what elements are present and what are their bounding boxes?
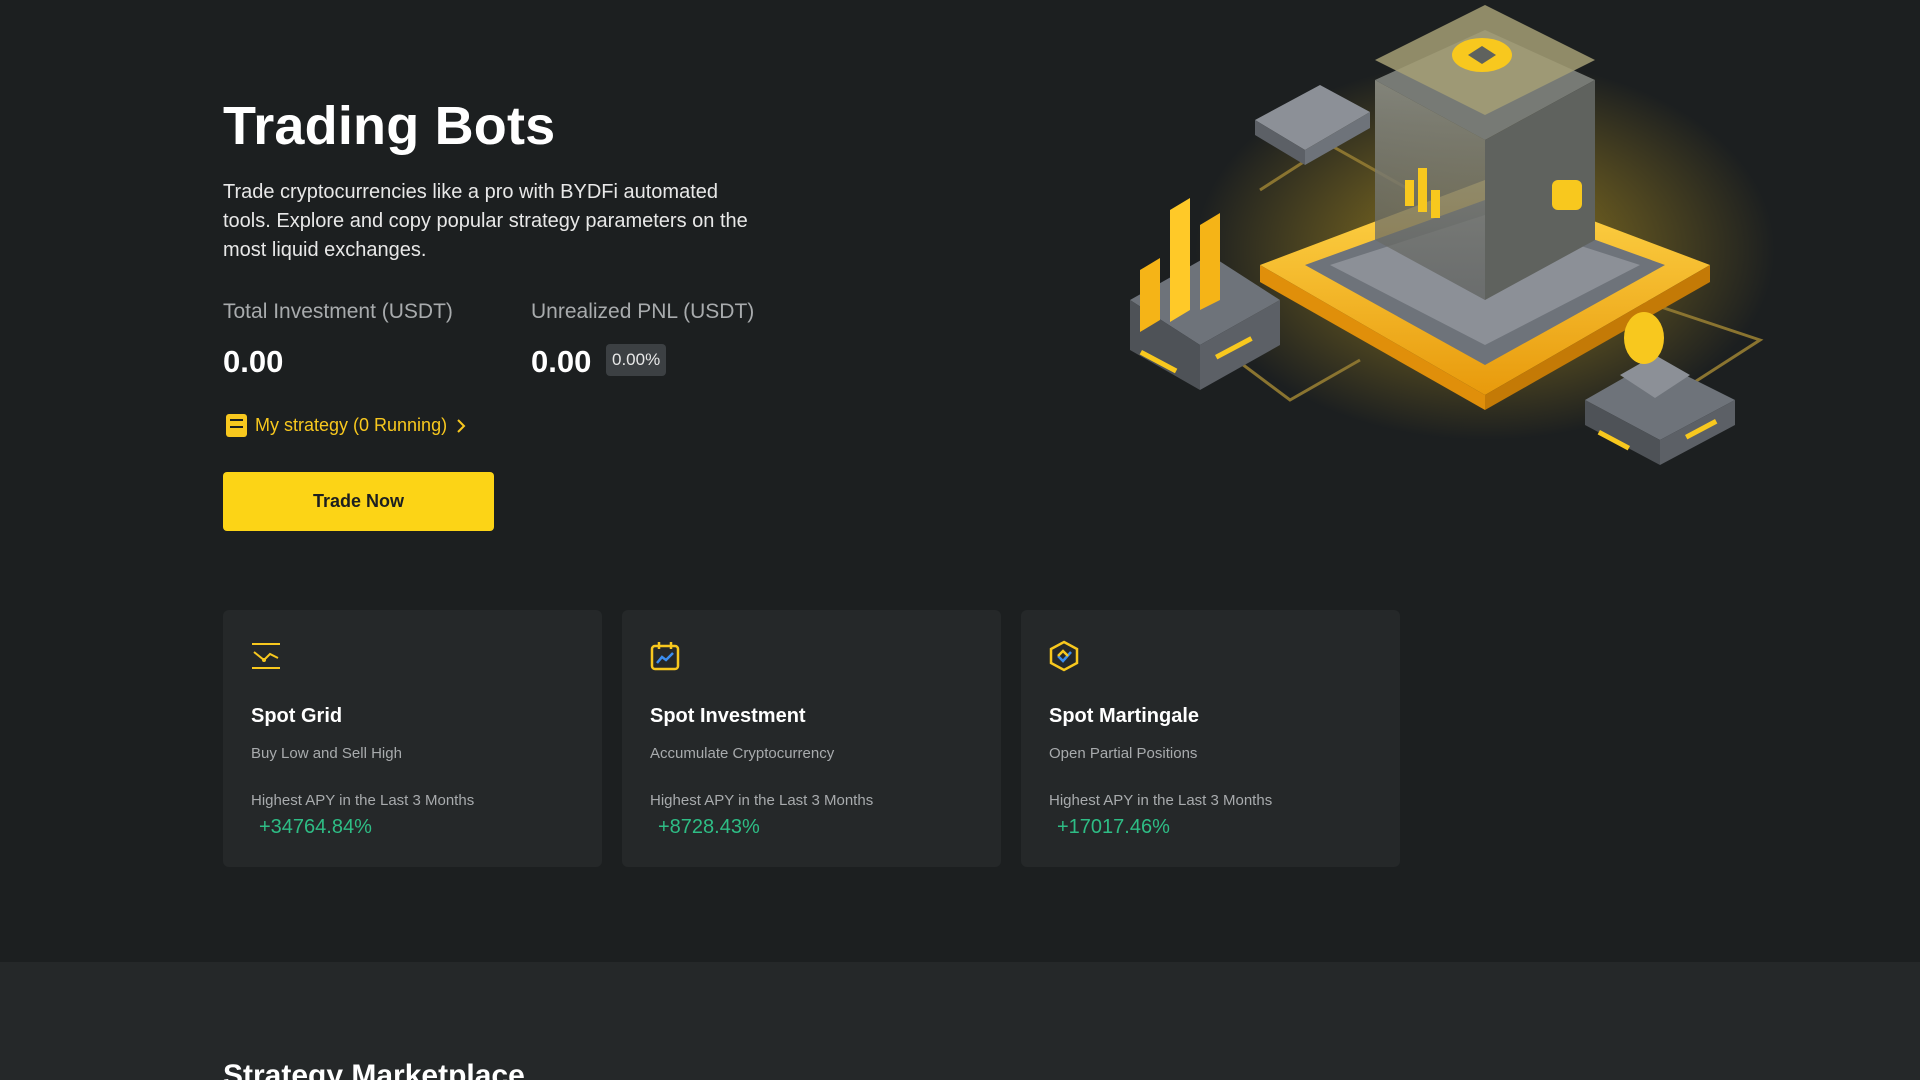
grid-chart-icon	[252, 643, 280, 669]
apy-value: +8728.43%	[658, 816, 760, 838]
section-title: Strategy Marketplace	[223, 1059, 525, 1080]
total-investment-label: Total Investment (USDT)	[223, 300, 453, 323]
card-subtitle: Accumulate Cryptocurrency	[650, 745, 835, 762]
total-investment-value: 0.00	[223, 344, 284, 379]
trade-now-button[interactable]: Trade Now	[223, 472, 494, 531]
chevron-right-icon	[457, 418, 466, 433]
unrealized-pnl-value: 0.00	[531, 344, 592, 379]
spot-martingale-card[interactable]: Spot Martingale Open Partial Positions H…	[1021, 610, 1400, 867]
hexagon-check-icon	[1049, 640, 1079, 672]
spot-grid-card[interactable]: Spot Grid Buy Low and Sell High Highest …	[223, 610, 602, 867]
card-title: Spot Investment	[650, 705, 806, 727]
card-title: Spot Grid	[251, 705, 343, 727]
strategy-icon	[226, 414, 247, 437]
my-strategy-link[interactable]: My strategy (0 Running)	[226, 414, 467, 437]
apy-value: +34764.84%	[259, 816, 372, 838]
my-strategy-label: My strategy (0 Running)	[255, 415, 448, 435]
apy-label: Highest APY in the Last 3 Months	[251, 792, 475, 809]
trading-bots-illustration-icon	[1130, 5, 1775, 465]
apy-label: Highest APY in the Last 3 Months	[1049, 792, 1273, 809]
apy-label: Highest APY in the Last 3 Months	[650, 792, 874, 809]
card-title: Spot Martingale	[1049, 705, 1200, 727]
apy-value: +17017.46%	[1057, 816, 1170, 838]
calendar-chart-icon	[650, 642, 680, 671]
page-title: Trading Bots	[223, 96, 556, 156]
unrealized-pnl-label: Unrealized PNL (USDT)	[531, 300, 755, 323]
card-subtitle: Open Partial Positions	[1049, 745, 1198, 762]
spot-investment-card[interactable]: Spot Investment Accumulate Cryptocurrenc…	[622, 610, 1001, 867]
card-subtitle: Buy Low and Sell High	[251, 745, 402, 762]
hero-description: Trade cryptocurrencies like a pro with B…	[223, 181, 748, 261]
pnl-percent-badge: 0.00%	[606, 344, 667, 376]
